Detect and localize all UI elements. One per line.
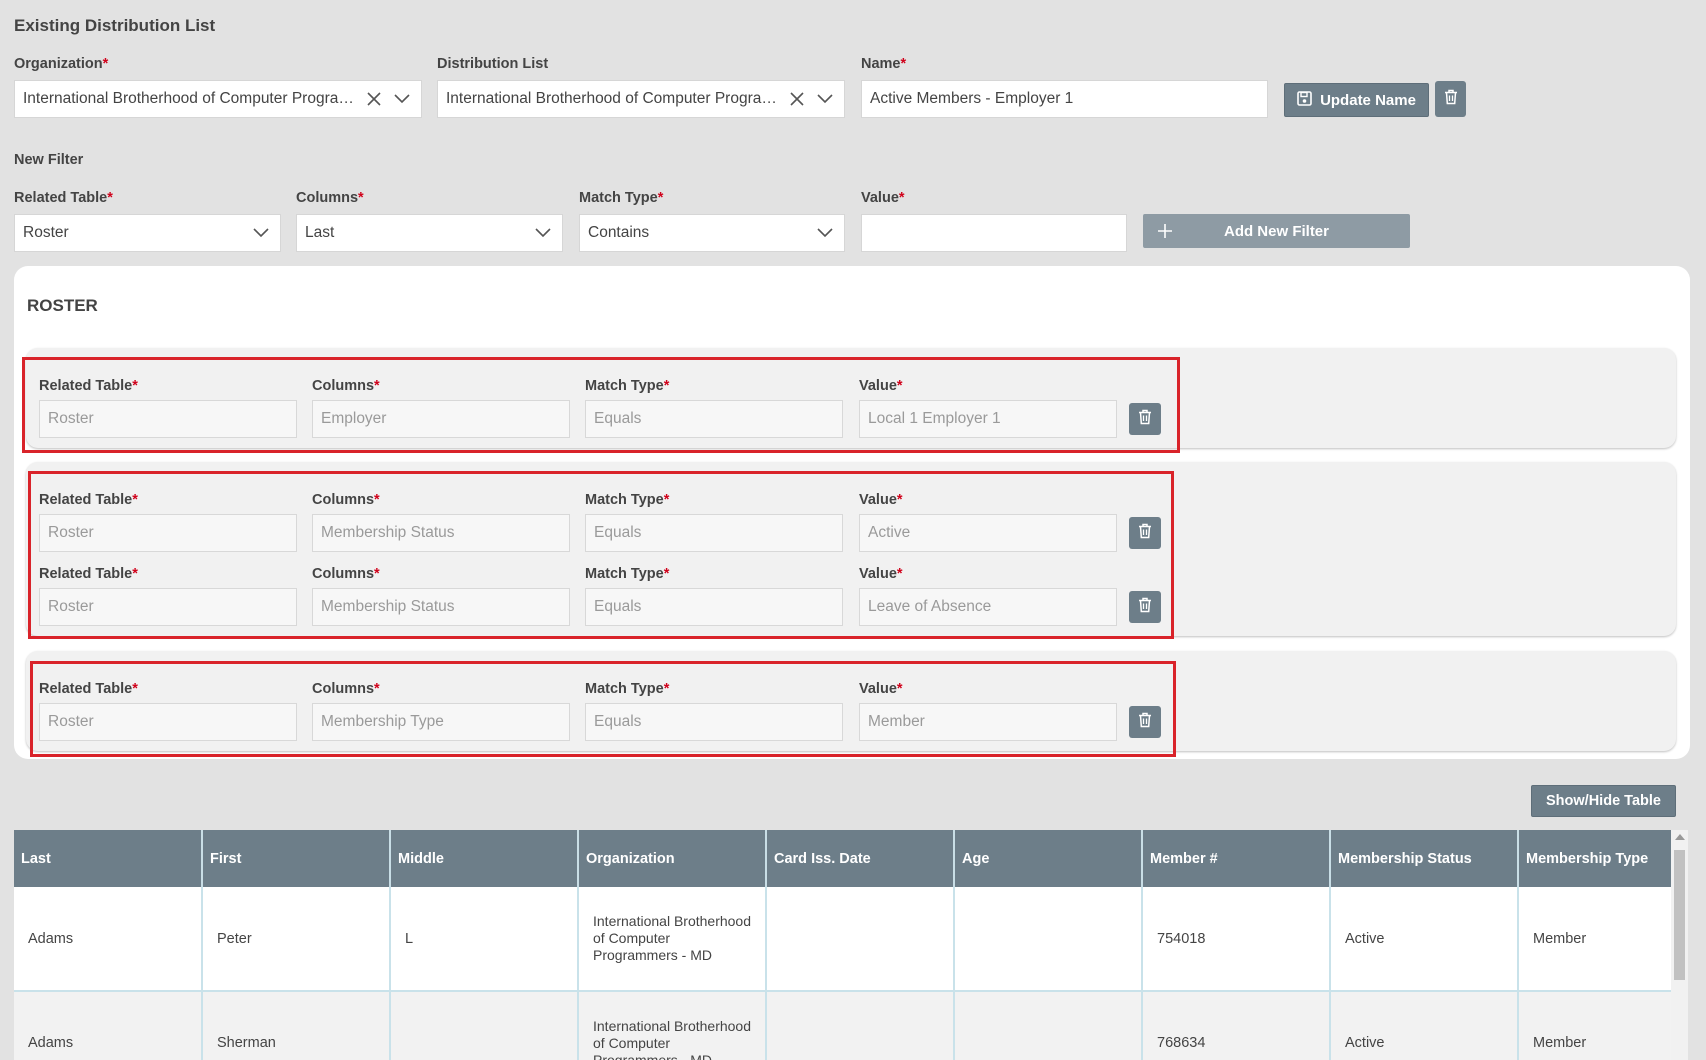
show-hide-table-button[interactable]: Show/Hide Table bbox=[1531, 785, 1676, 817]
organization-select[interactable]: International Brotherhood of Computer Pr… bbox=[14, 80, 422, 118]
chevron-down-icon[interactable] bbox=[532, 222, 554, 244]
table-cell bbox=[766, 887, 955, 992]
columns-value: Last bbox=[305, 224, 335, 241]
table-cell: Member bbox=[1518, 887, 1682, 992]
column-header[interactable]: Card Iss. Date bbox=[766, 830, 955, 887]
table-cell: Adams bbox=[14, 991, 203, 1060]
table-cell: Adams bbox=[14, 887, 203, 992]
match-type-label: Match Type* bbox=[579, 190, 664, 206]
organization-label: Organization* bbox=[14, 56, 109, 72]
clear-icon[interactable] bbox=[363, 88, 385, 110]
related-table-value: Roster bbox=[23, 224, 69, 241]
trash-icon bbox=[1444, 89, 1458, 110]
chevron-down-icon[interactable] bbox=[250, 222, 272, 244]
chevron-down-icon[interactable] bbox=[814, 88, 836, 110]
table-cell bbox=[766, 991, 955, 1060]
column-header[interactable]: Middle bbox=[390, 830, 579, 887]
name-input[interactable]: Active Members - Employer 1 bbox=[861, 80, 1268, 118]
save-icon bbox=[1297, 90, 1312, 110]
columns-select[interactable]: Last bbox=[296, 214, 563, 252]
distribution-list-label: Distribution List bbox=[437, 56, 549, 72]
related-table-select[interactable]: Roster bbox=[14, 214, 281, 252]
table-cell: Active bbox=[1330, 991, 1519, 1060]
distribution-list-value: International Brotherhood of Computer Pr… bbox=[446, 90, 780, 107]
column-header[interactable]: Member # bbox=[1142, 830, 1331, 887]
chevron-down-icon[interactable] bbox=[391, 88, 413, 110]
scrollbar-thumb[interactable] bbox=[1674, 850, 1685, 980]
table-cell: Member bbox=[1518, 991, 1682, 1060]
table-cell bbox=[954, 887, 1143, 992]
chevron-down-icon[interactable] bbox=[814, 222, 836, 244]
match-type-value: Contains bbox=[588, 224, 650, 241]
clear-icon[interactable] bbox=[786, 88, 808, 110]
scroll-up-icon[interactable] bbox=[1675, 834, 1685, 840]
table-cell: Sherman bbox=[202, 991, 391, 1060]
column-header[interactable]: First bbox=[202, 830, 391, 887]
table-cell: L bbox=[390, 887, 579, 992]
organization-value: International Brotherhood of Computer Pr… bbox=[23, 90, 357, 107]
add-new-filter-label: Add New Filter bbox=[1223, 222, 1329, 240]
column-header[interactable]: Membership Type bbox=[1518, 830, 1682, 887]
new-filter-title: New Filter bbox=[14, 152, 84, 168]
table-cell: 768634 bbox=[1142, 991, 1331, 1060]
column-header[interactable]: Membership Status bbox=[1330, 830, 1519, 887]
delete-list-button[interactable] bbox=[1435, 81, 1466, 117]
value-input[interactable] bbox=[861, 214, 1127, 252]
highlight-box bbox=[22, 357, 1180, 453]
value-label: Value* bbox=[861, 190, 905, 206]
plus-icon bbox=[1143, 223, 1187, 239]
table-cell bbox=[954, 991, 1143, 1060]
roster-table: Last First Middle Organization Card Iss. Dat… bbox=[14, 830, 1682, 1060]
table-row[interactable]: Adams Sherman International Brotherhood of… bbox=[14, 991, 1682, 1060]
table-cell: International Brotherhood of Computer Pr… bbox=[578, 991, 767, 1060]
column-header[interactable]: Age bbox=[954, 830, 1143, 887]
highlight-box bbox=[28, 471, 1174, 639]
table-cell: International Brotherhood of Computer Pr… bbox=[578, 887, 767, 992]
name-value: Active Members - Employer 1 bbox=[870, 90, 1074, 107]
add-new-filter-button[interactable]: Add New Filter bbox=[1143, 214, 1410, 248]
table-cell: 754018 bbox=[1142, 887, 1331, 992]
table-row[interactable]: Adams Peter L International Brotherhood of … bbox=[14, 887, 1682, 992]
table-cell bbox=[390, 991, 579, 1060]
highlight-box bbox=[30, 661, 1176, 757]
table-cell: Active bbox=[1330, 887, 1519, 992]
column-header[interactable]: Organization bbox=[578, 830, 767, 887]
update-name-button[interactable]: Update Name bbox=[1284, 83, 1429, 117]
update-name-label: Update Name bbox=[1320, 91, 1416, 109]
column-header[interactable]: Last bbox=[14, 830, 203, 887]
name-label: Name* bbox=[861, 56, 907, 72]
page-title: Existing Distribution List bbox=[14, 16, 216, 35]
roster-title: ROSTER bbox=[27, 296, 98, 315]
distribution-list-select[interactable]: International Brotherhood of Computer Pr… bbox=[437, 80, 845, 118]
columns-label: Columns* bbox=[296, 190, 364, 206]
related-table-label: Related Table* bbox=[14, 190, 113, 206]
match-type-select[interactable]: Contains bbox=[579, 214, 845, 252]
table-cell: Peter bbox=[202, 887, 391, 992]
table-scrollbar[interactable] bbox=[1671, 830, 1688, 1060]
